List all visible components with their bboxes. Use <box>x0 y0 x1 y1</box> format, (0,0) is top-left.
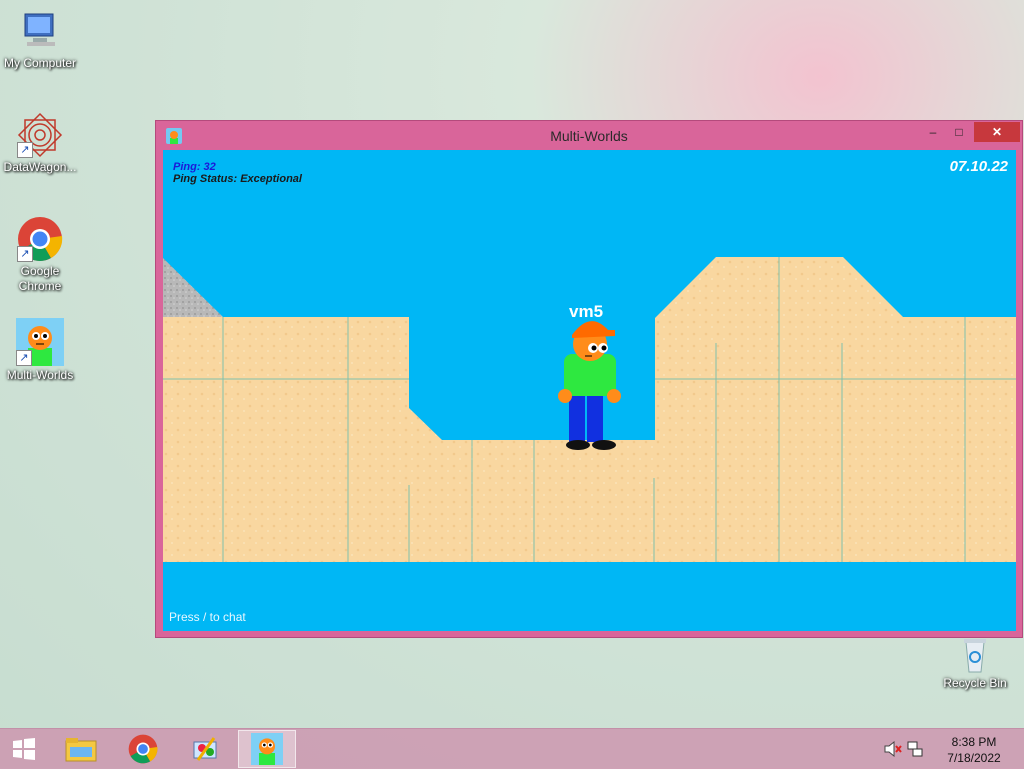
clock-date: 7/18/2022 <box>947 751 1001 765</box>
control-panel-icon <box>193 737 217 761</box>
desktop-icon-multi-worlds[interactable]: ↗ Multi-Worlds <box>0 318 80 383</box>
datawagon-icon: ↗ <box>17 112 63 158</box>
desktop-icon-label: My Computer <box>3 56 77 70</box>
gravel-slope <box>163 258 223 317</box>
volume-muted-icon[interactable] <box>884 740 902 758</box>
date-label: 07.10.22 <box>949 158 1008 175</box>
windows-start-icon <box>13 738 35 760</box>
taskbar-multi-worlds[interactable] <box>238 730 296 768</box>
recycle-bin-icon <box>952 636 998 674</box>
desktop-icon-datawagon[interactable]: ↗ DataWagon... <box>0 112 80 175</box>
player-character <box>558 321 621 450</box>
taskbar-control-panel[interactable] <box>176 730 234 768</box>
clock-time: 8:38 PM <box>951 735 997 749</box>
window-title: Multi-Worlds <box>550 128 628 144</box>
minimize-button[interactable]: – <box>920 122 946 142</box>
shortcut-arrow-icon: ↗ <box>17 246 33 262</box>
game-viewport[interactable]: Ping: 32 Ping Status: Exceptional 07.10.… <box>163 150 1016 631</box>
close-button[interactable]: ✕ <box>974 122 1020 142</box>
ping-status-label: Ping Status: Exceptional <box>173 173 302 185</box>
chrome-icon: ↗ <box>17 216 63 262</box>
network-icon[interactable] <box>906 740 924 758</box>
desktop-icon-label: Recycle Bin <box>943 676 1007 690</box>
chat-hint: Press / to chat <box>169 610 246 624</box>
start-button[interactable] <box>0 730 48 768</box>
desktop-icon-my-computer[interactable]: My Computer <box>0 8 80 71</box>
desktop-icon-google-chrome[interactable]: ↗ Google Chrome <box>0 216 80 294</box>
system-tray: 8:38 PM 7/18/2022 <box>884 729 1024 769</box>
taskbar: 8:38 PM 7/18/2022 <box>0 728 1024 769</box>
taskbar-chrome[interactable] <box>114 730 172 768</box>
player-name-tag: vm5 <box>569 302 604 321</box>
desktop-icon-label: DataWagon... <box>3 160 77 174</box>
multi-worlds-icon: ↗ <box>16 318 64 366</box>
window-titlebar[interactable]: Multi-Worlds – □ ✕ <box>156 121 1022 150</box>
multi-worlds-icon <box>251 733 283 765</box>
maximize-button[interactable]: □ <box>946 122 972 142</box>
computer-icon <box>17 8 63 54</box>
file-explorer-icon <box>65 738 97 762</box>
shortcut-arrow-icon: ↗ <box>16 350 32 366</box>
desktop-icon-recycle-bin[interactable]: Recycle Bin <box>935 636 1015 691</box>
desktop-icon-label: Multi-Worlds <box>6 368 74 382</box>
chrome-icon <box>128 734 158 764</box>
game-terrain <box>163 257 1016 631</box>
taskbar-file-explorer[interactable] <box>52 730 110 768</box>
shortcut-arrow-icon: ↗ <box>17 142 33 158</box>
app-window: Multi-Worlds – □ ✕ Ping: 32 Ping Status:… <box>155 120 1023 638</box>
desktop-icon-label: Google Chrome <box>18 264 62 293</box>
clock[interactable]: 8:38 PM 7/18/2022 <box>944 734 1004 766</box>
ping-label: Ping: 32 <box>173 161 216 173</box>
